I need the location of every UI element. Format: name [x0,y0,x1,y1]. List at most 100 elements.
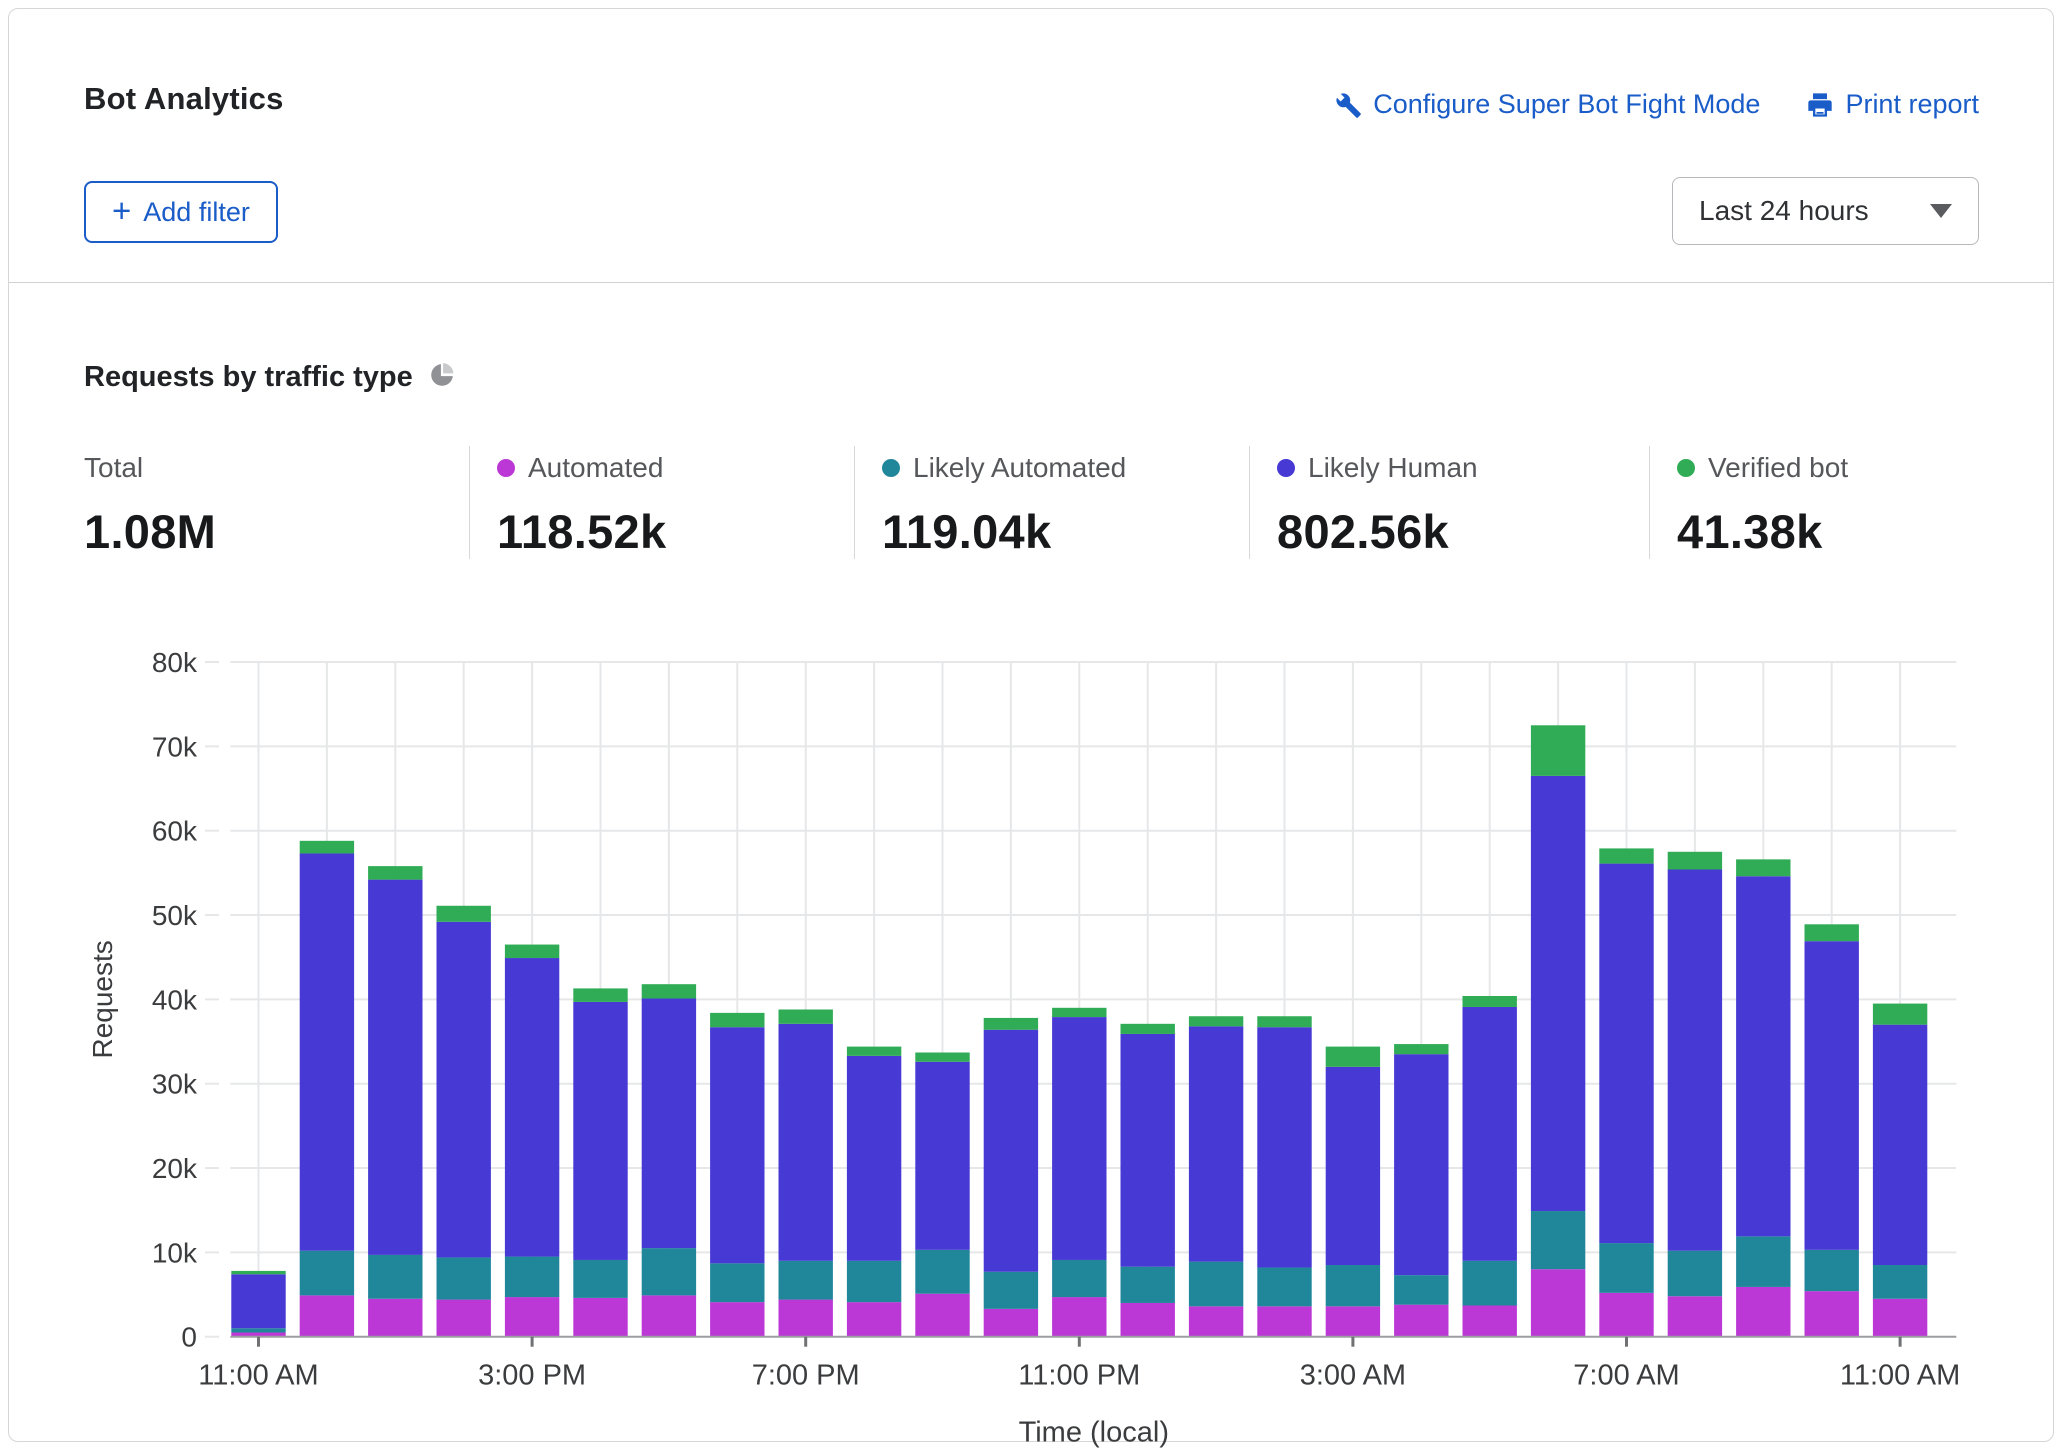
bar-segment-likely-human[interactable] [231,1274,285,1328]
bar-segment-automated[interactable] [437,1300,491,1337]
bar-segment-verified-bot[interactable] [710,1013,764,1027]
bar-segment-likely-automated[interactable] [984,1272,1038,1309]
bar-segment-verified-bot[interactable] [573,988,627,1001]
bar-segment-likely-automated[interactable] [1531,1211,1585,1269]
bar-segment-likely-automated[interactable] [1121,1267,1175,1303]
bar-segment-automated[interactable] [505,1297,559,1337]
bar-segment-automated[interactable] [1463,1305,1517,1336]
bar-segment-verified-bot[interactable] [1873,1004,1927,1025]
bar-segment-likely-human[interactable] [1326,1067,1380,1265]
bar-segment-likely-human[interactable] [368,880,422,1255]
bar-segment-verified-bot[interactable] [1257,1016,1311,1027]
bar-segment-verified-bot[interactable] [1668,852,1722,870]
bar-segment-likely-human[interactable] [437,922,491,1258]
bar-segment-likely-human[interactable] [505,958,559,1257]
bar-segment-verified-bot[interactable] [1531,725,1585,776]
bar-segment-automated[interactable] [779,1300,833,1337]
bar-segment-automated[interactable] [1121,1303,1175,1337]
bar-segment-likely-automated[interactable] [779,1261,833,1300]
bar-segment-likely-automated[interactable] [1599,1243,1653,1293]
bar-segment-likely-automated[interactable] [847,1261,901,1302]
bar-segment-automated[interactable] [1189,1306,1243,1336]
bar-segment-verified-bot[interactable] [984,1018,1038,1030]
bar-segment-likely-automated[interactable] [642,1248,696,1295]
bar-segment-automated[interactable] [915,1294,969,1337]
bar-segment-likely-human[interactable] [300,853,354,1250]
bar-segment-verified-bot[interactable] [915,1052,969,1061]
bar-segment-likely-human[interactable] [1394,1054,1448,1275]
bar-segment-verified-bot[interactable] [1394,1044,1448,1054]
bar-segment-automated[interactable] [710,1302,764,1337]
bar-segment-likely-human[interactable] [642,999,696,1249]
bar-segment-automated[interactable] [300,1295,354,1336]
bar-segment-likely-human[interactable] [984,1030,1038,1272]
bar-segment-likely-automated[interactable] [710,1263,764,1302]
bar-segment-verified-bot[interactable] [368,866,422,879]
bar-segment-verified-bot[interactable] [1121,1024,1175,1034]
bar-segment-verified-bot[interactable] [505,945,559,958]
bar-segment-likely-automated[interactable] [1805,1250,1859,1291]
bar-segment-automated[interactable] [573,1298,627,1337]
bar-segment-likely-automated[interactable] [1736,1236,1790,1287]
bar-segment-likely-automated[interactable] [231,1328,285,1332]
bar-segment-automated[interactable] [1326,1306,1380,1336]
bar-segment-likely-human[interactable] [1873,1025,1927,1265]
bar-segment-likely-human[interactable] [1531,776,1585,1211]
bar-segment-verified-bot[interactable] [1463,996,1517,1007]
bar-segment-likely-human[interactable] [573,1002,627,1260]
add-filter-button[interactable]: + Add filter [84,181,278,243]
bar-segment-verified-bot[interactable] [642,984,696,998]
bar-segment-verified-bot[interactable] [1189,1016,1243,1026]
bar-segment-automated[interactable] [1805,1291,1859,1337]
bar-segment-verified-bot[interactable] [1326,1047,1380,1067]
bar-segment-automated[interactable] [1873,1299,1927,1337]
bar-segment-automated[interactable] [642,1295,696,1336]
bar-segment-automated[interactable] [368,1299,422,1337]
bar-segment-likely-automated[interactable] [1668,1251,1722,1297]
bar-segment-likely-human[interactable] [1805,941,1859,1250]
bar-segment-verified-bot[interactable] [300,841,354,854]
time-range-dropdown[interactable]: Last 24 hours [1672,177,1979,245]
bar-segment-likely-automated[interactable] [1052,1260,1106,1297]
bar-segment-likely-human[interactable] [1599,864,1653,1243]
bar-segment-likely-human[interactable] [915,1062,969,1250]
bar-segment-verified-bot[interactable] [1052,1008,1106,1017]
bar-segment-verified-bot[interactable] [779,1009,833,1023]
bar-segment-verified-bot[interactable] [1599,848,1653,863]
bar-segment-likely-automated[interactable] [505,1257,559,1297]
bar-segment-likely-automated[interactable] [1873,1265,1927,1299]
bar-segment-likely-automated[interactable] [1394,1275,1448,1305]
configure-super-bot-fight-mode-link[interactable]: Configure Super Bot Fight Mode [1334,89,1760,120]
bar-segment-automated[interactable] [1736,1287,1790,1337]
bar-segment-automated[interactable] [1599,1293,1653,1337]
bar-segment-likely-automated[interactable] [1463,1261,1517,1306]
bar-segment-automated[interactable] [1257,1306,1311,1336]
print-report-link[interactable]: Print report [1806,89,1979,120]
bar-segment-likely-automated[interactable] [573,1260,627,1298]
bar-segment-verified-bot[interactable] [847,1047,901,1056]
bar-segment-likely-human[interactable] [1052,1017,1106,1260]
bar-segment-automated[interactable] [984,1309,1038,1337]
bar-segment-automated[interactable] [1531,1269,1585,1336]
bar-segment-likely-human[interactable] [1668,869,1722,1250]
bar-segment-likely-human[interactable] [847,1056,901,1261]
bar-segment-verified-bot[interactable] [437,906,491,922]
bar-segment-likely-automated[interactable] [368,1255,422,1299]
bar-segment-likely-human[interactable] [710,1027,764,1263]
bar-segment-verified-bot[interactable] [1805,924,1859,941]
bar-segment-verified-bot[interactable] [231,1271,285,1274]
bar-segment-likely-automated[interactable] [1189,1262,1243,1307]
bar-segment-automated[interactable] [1394,1305,1448,1337]
bar-segment-likely-human[interactable] [779,1024,833,1261]
bar-segment-likely-human[interactable] [1121,1034,1175,1267]
bar-segment-likely-human[interactable] [1463,1007,1517,1261]
bar-segment-likely-automated[interactable] [915,1250,969,1294]
bar-segment-likely-human[interactable] [1257,1027,1311,1267]
bar-segment-likely-human[interactable] [1736,876,1790,1236]
bar-segment-likely-automated[interactable] [300,1251,354,1296]
bar-segment-likely-automated[interactable] [1257,1268,1311,1307]
bar-segment-verified-bot[interactable] [1736,859,1790,876]
bar-segment-likely-automated[interactable] [437,1257,491,1299]
bar-segment-automated[interactable] [847,1302,901,1337]
bar-segment-automated[interactable] [1052,1297,1106,1337]
